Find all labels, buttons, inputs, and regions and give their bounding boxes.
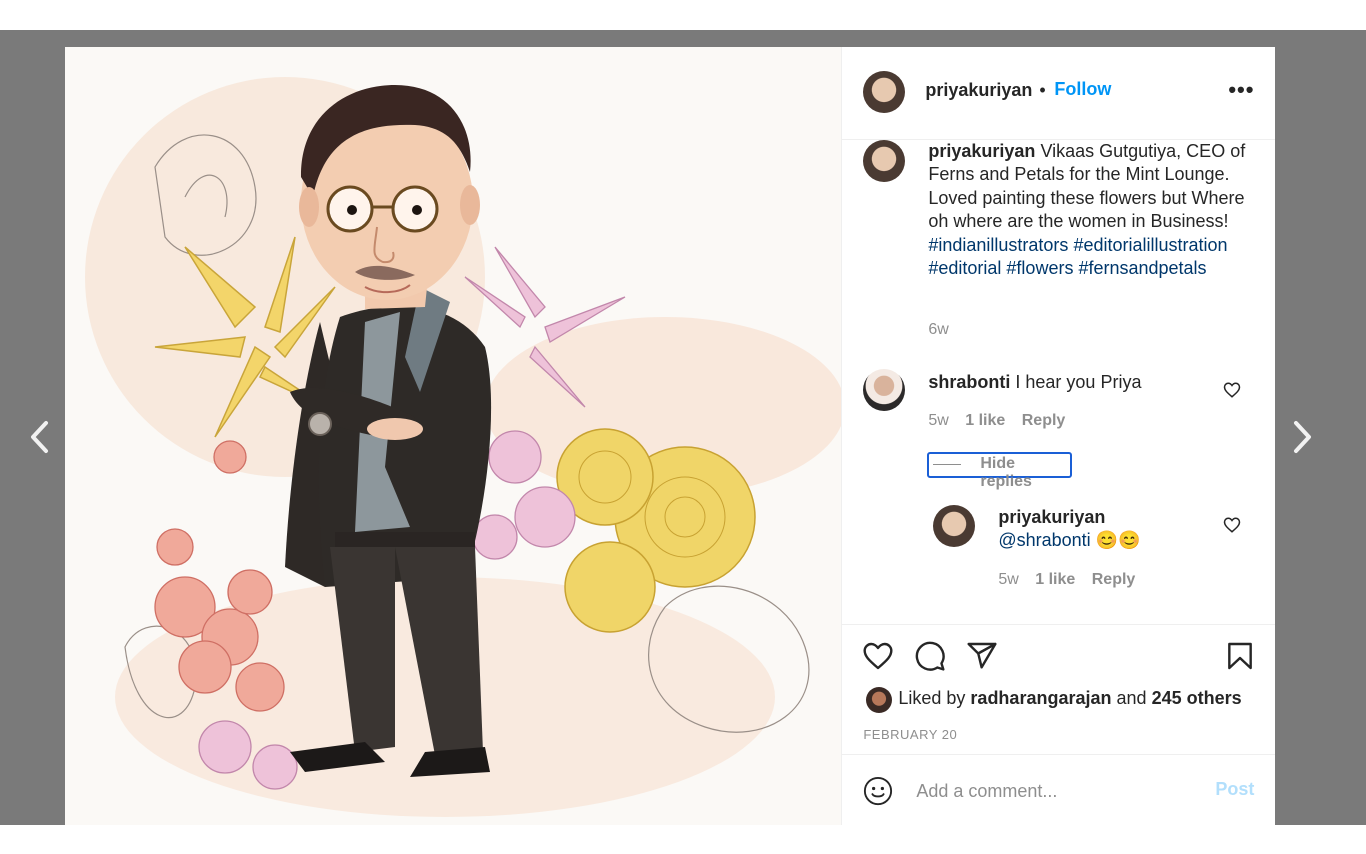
post-actions: Liked by radharangarajan and 245 others …	[842, 624, 1276, 755]
caption-username[interactable]: priyakuriyan	[928, 141, 1035, 161]
hashtag[interactable]: #editorial	[928, 258, 1001, 278]
caption-text: priyakuriyan Vikaas Gutgutiya, CEO of Fe…	[928, 140, 1248, 280]
reply-likes[interactable]: 1 like	[1035, 571, 1075, 588]
caption-time[interactable]: 6w	[928, 321, 948, 339]
comments-list[interactable]: priyakuriyan Vikaas Gutgutiya, CEO of Fe…	[842, 140, 1275, 624]
likes-conjunction: and	[1116, 688, 1147, 708]
chevron-right-icon[interactable]	[1290, 420, 1314, 454]
comment-input[interactable]	[914, 777, 1199, 805]
emoji-icon[interactable]	[863, 776, 893, 811]
separator-dot: •	[1039, 80, 1046, 100]
like-reply-heart-icon[interactable]	[1223, 516, 1241, 534]
comment-text: shrabonti I hear you Priya	[928, 371, 1248, 394]
add-comment-bar: Post	[842, 754, 1276, 826]
reply-emoji: 😊😊	[1095, 530, 1141, 551]
author-username[interactable]: priyakuriyan	[925, 80, 1032, 101]
likes-summary: Liked by radharangarajan and 245 others	[898, 688, 1241, 709]
post-button[interactable]: Post	[1215, 779, 1254, 800]
avatar[interactable]	[863, 140, 906, 182]
comment-likes[interactable]: 1 like	[965, 412, 1005, 429]
comment-time[interactable]: 5w	[928, 412, 948, 429]
post-date[interactable]: FEBRUARY 20	[863, 727, 957, 742]
avatar[interactable]	[933, 505, 976, 547]
hashtag[interactable]: #fernsandpetals	[1078, 258, 1206, 278]
reply-button[interactable]: Reply	[1022, 412, 1066, 429]
comment-meta: 5w 1 like Reply	[928, 412, 1065, 430]
bookmark-icon[interactable]	[1224, 640, 1256, 677]
more-options-icon[interactable]: •••	[1228, 77, 1254, 103]
avatar[interactable]	[863, 71, 906, 113]
comment-icon[interactable]	[914, 640, 946, 677]
like-comment-heart-icon[interactable]	[1223, 381, 1241, 399]
reply-time[interactable]: 5w	[998, 571, 1018, 588]
hashtag[interactable]: #indianillustrators	[928, 235, 1068, 255]
liked-by-username[interactable]: radharangarajan	[970, 688, 1111, 708]
hashtag[interactable]: #editorialillustration	[1073, 235, 1227, 255]
comment-body: I hear you Priya	[1015, 372, 1142, 392]
post-sidebar: priyakuriyan • Follow ••• priyakuriyan V…	[841, 47, 1276, 826]
reply-meta: 5w 1 like Reply	[998, 571, 1135, 589]
heart-icon[interactable]	[862, 640, 894, 677]
reply-text: priyakuriyan @shrabonti 😊😊	[998, 506, 1218, 553]
likes-count[interactable]: 245 others	[1152, 688, 1242, 708]
post-image[interactable]	[65, 47, 842, 825]
post-modal: priyakuriyan • Follow ••• priyakuriyan V…	[65, 47, 1276, 826]
hide-replies-button[interactable]: Hide replies	[927, 452, 1073, 490]
comment-username[interactable]: shrabonti	[928, 372, 1010, 392]
post-header: priyakuriyan • Follow •••	[842, 47, 1275, 140]
hashtag[interactable]: #flowers	[1006, 258, 1073, 278]
reply-username[interactable]: priyakuriyan	[998, 506, 1218, 529]
follow-button[interactable]: Follow	[1054, 79, 1111, 100]
hide-replies-label: Hide replies	[980, 455, 1032, 490]
reply-button[interactable]: Reply	[1092, 571, 1136, 588]
mention[interactable]: @shrabonti	[998, 530, 1090, 550]
divider	[933, 464, 962, 465]
share-icon[interactable]	[966, 640, 998, 677]
avatar[interactable]	[866, 687, 893, 713]
chevron-left-icon[interactable]	[28, 420, 52, 454]
likes-prefix: Liked by	[898, 688, 966, 708]
avatar[interactable]	[863, 369, 906, 411]
